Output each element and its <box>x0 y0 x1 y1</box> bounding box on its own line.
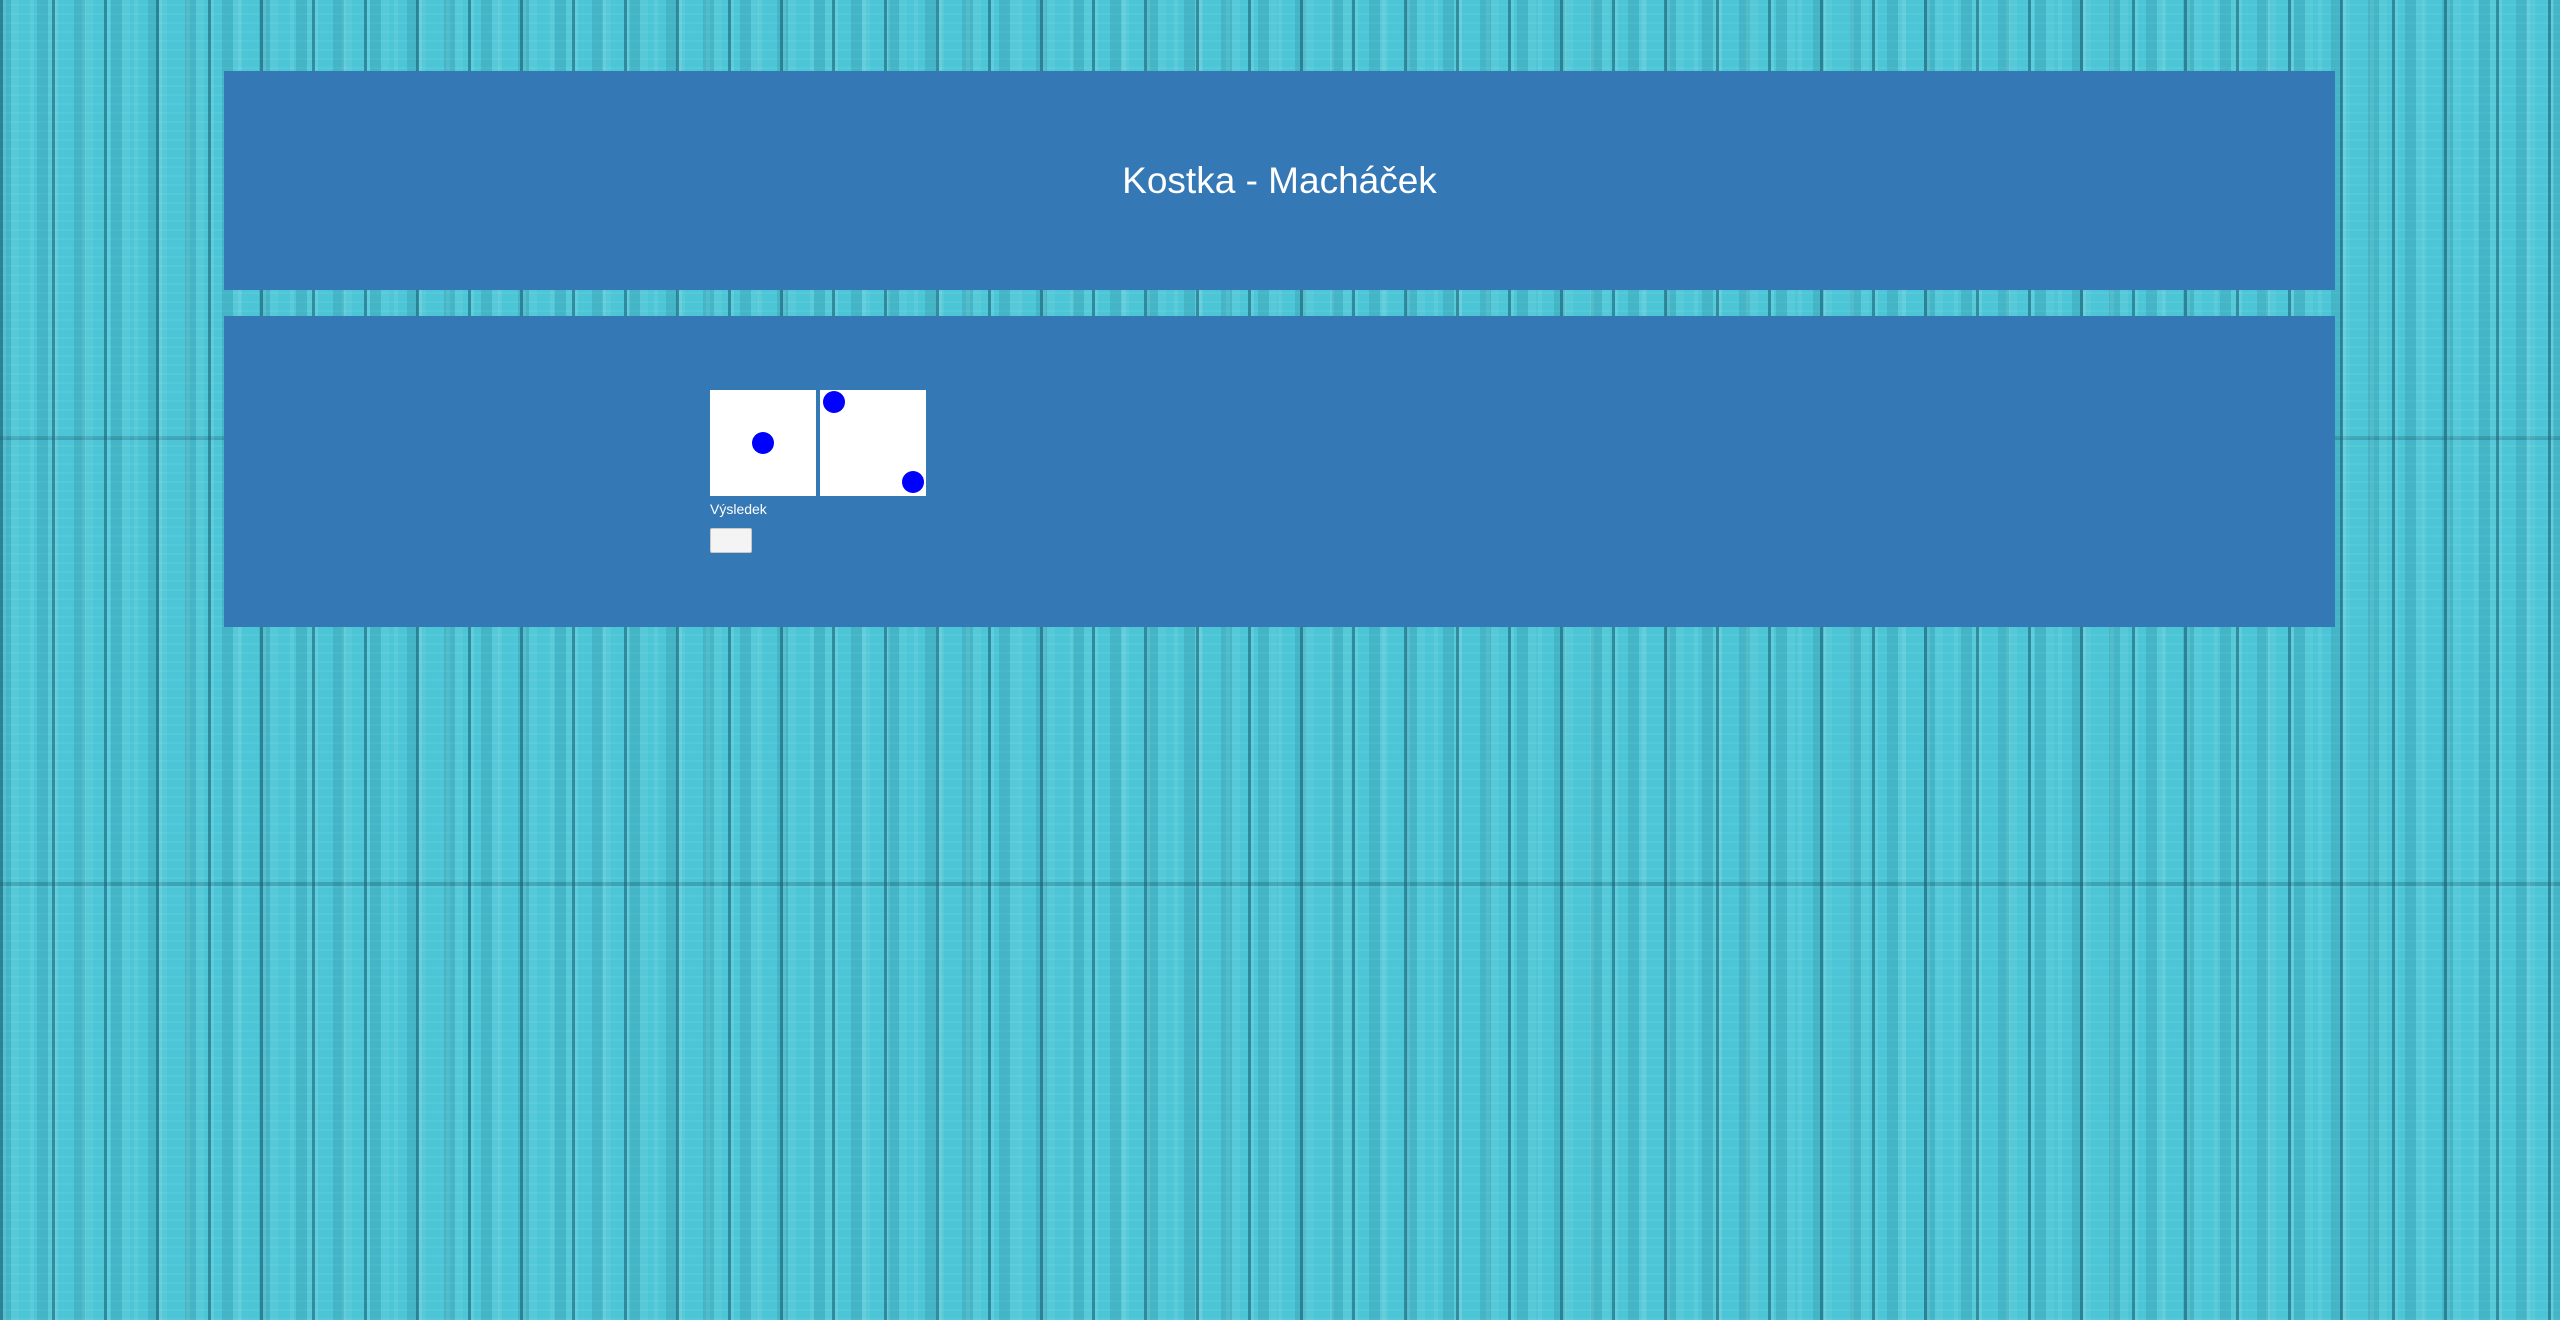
page-title: Kostka - Macháček <box>1122 159 1437 201</box>
die-pip <box>752 432 774 454</box>
die-2 <box>820 390 926 496</box>
game-panel: Výsledek <box>224 316 2335 627</box>
roll-button[interactable] <box>710 528 752 553</box>
die-1 <box>710 390 816 496</box>
die-pip <box>823 391 845 413</box>
dice-row <box>710 390 926 496</box>
result-label: Výsledek <box>710 501 767 517</box>
die-pip <box>902 471 924 493</box>
dice-area: Výsledek <box>710 390 926 553</box>
header-panel: Kostka - Macháček <box>224 71 2335 290</box>
